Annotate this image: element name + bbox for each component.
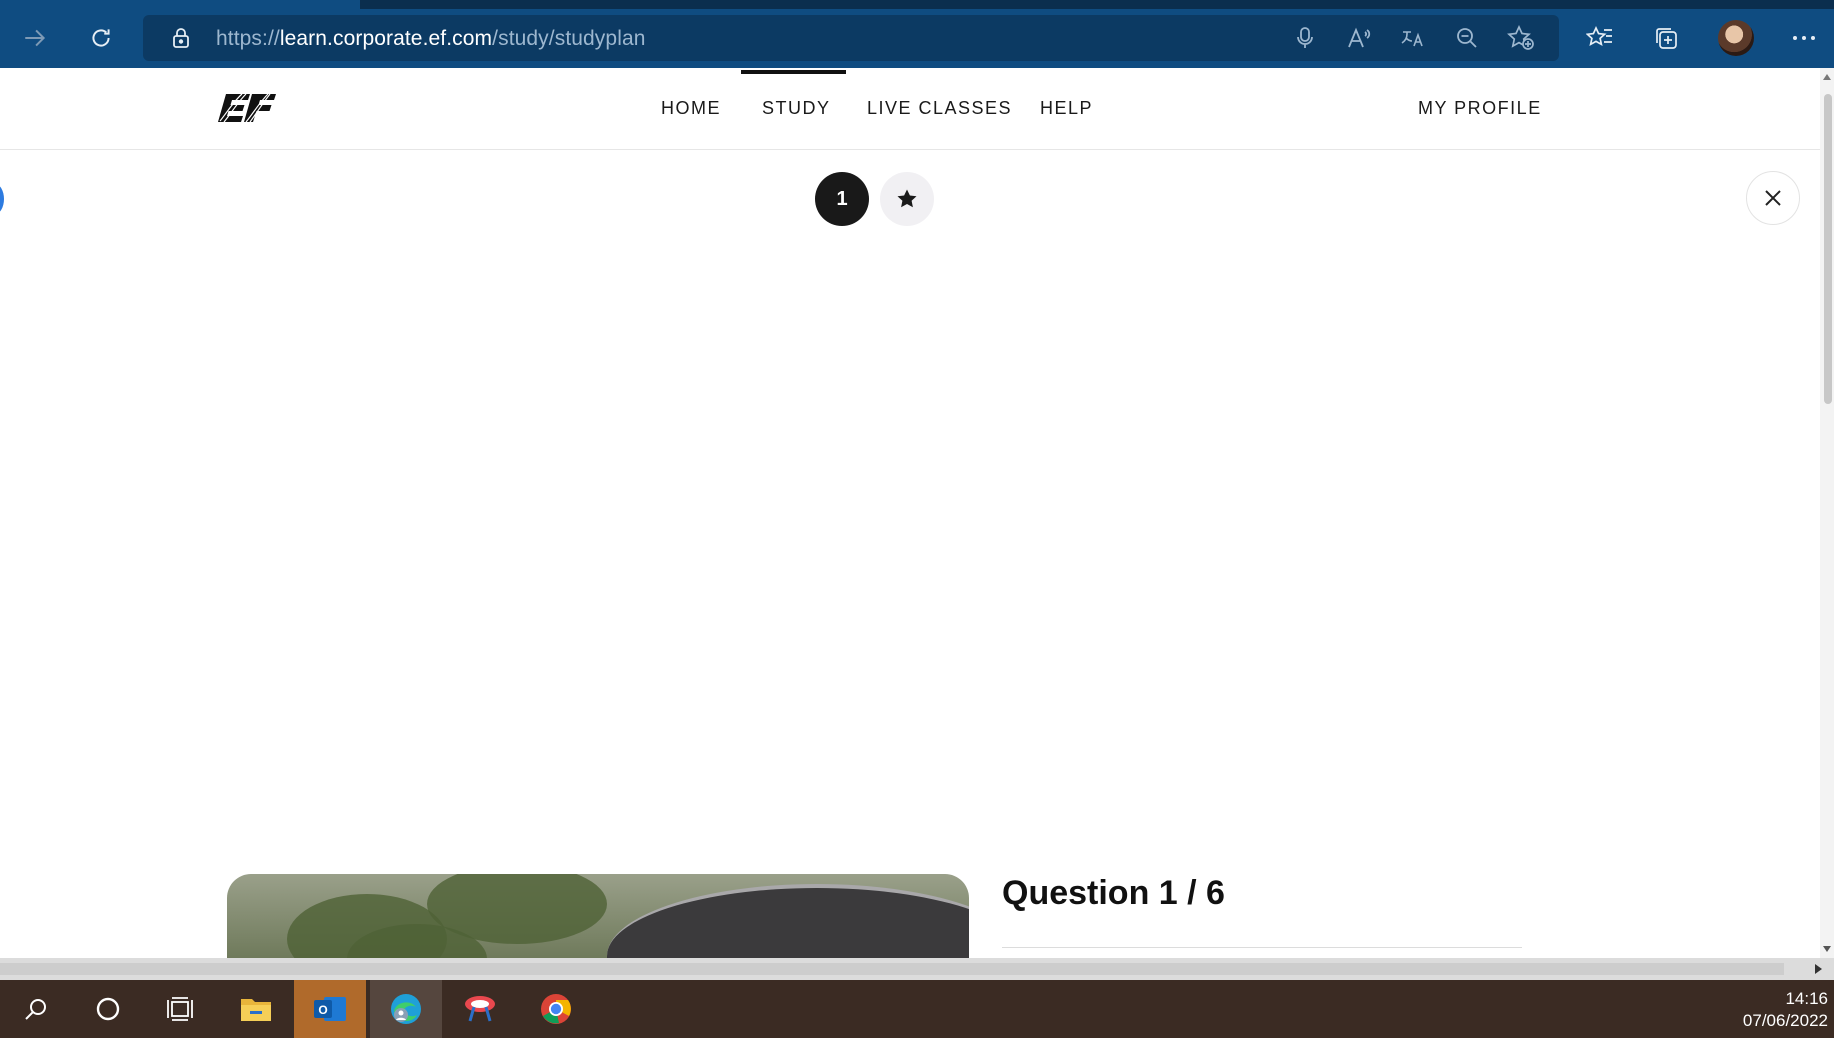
- translate-icon[interactable]: [1399, 24, 1427, 52]
- outlook-icon[interactable]: O: [294, 980, 366, 1038]
- task-view-icon[interactable]: [144, 980, 216, 1038]
- progress-step-current[interactable]: 1: [815, 172, 869, 226]
- read-aloud-icon[interactable]: [1345, 24, 1373, 52]
- scrollbar-thumb[interactable]: [1824, 94, 1832, 404]
- system-clock[interactable]: 14:16 07/06/2022: [1743, 988, 1828, 1032]
- avatar[interactable]: [1718, 20, 1754, 56]
- cortana-icon[interactable]: [72, 980, 144, 1038]
- nav-help[interactable]: HELP: [1040, 98, 1093, 119]
- snipping-tool-icon[interactable]: [444, 980, 516, 1038]
- file-explorer-icon[interactable]: [220, 980, 292, 1038]
- nav-live-classes[interactable]: LIVE CLASSES: [867, 98, 1012, 119]
- site-header: HOME STUDY LIVE CLASSES HELP MY PROFILE: [0, 68, 1820, 150]
- active-tab-indicator: [741, 70, 846, 74]
- question-counter: Question 1 / 6: [1002, 874, 1225, 912]
- add-favorite-icon[interactable]: [1507, 24, 1535, 52]
- more-icon[interactable]: [1784, 18, 1824, 58]
- close-icon: [1765, 190, 1781, 206]
- url-text[interactable]: https://learn.corporate.ef.com/study/stu…: [216, 27, 646, 51]
- url-path: /study/studyplan: [492, 27, 646, 50]
- refresh-icon[interactable]: [81, 18, 121, 58]
- nav-study[interactable]: STUDY: [762, 98, 831, 119]
- nav-home[interactable]: HOME: [661, 98, 721, 119]
- collections-icon[interactable]: [1646, 18, 1686, 58]
- question-image: [227, 874, 969, 958]
- lock-icon[interactable]: [167, 24, 195, 52]
- scrollbar-thumb[interactable]: [0, 963, 1784, 975]
- nav-my-profile[interactable]: MY PROFILE: [1418, 98, 1542, 119]
- clock-time: 14:16: [1785, 989, 1828, 1008]
- browser-toolbar: https://learn.corporate.ef.com/study/stu…: [0, 0, 1834, 68]
- microphone-icon[interactable]: [1291, 24, 1319, 52]
- url-host: learn.corporate.ef.com: [279, 27, 493, 50]
- zoom-out-icon[interactable]: [1453, 24, 1481, 52]
- url-scheme: https://: [216, 27, 280, 50]
- divider: [1002, 947, 1522, 948]
- scroll-down-icon[interactable]: [1823, 946, 1831, 952]
- horizontal-scrollbar[interactable]: [0, 958, 1834, 980]
- clock-date: 07/06/2022: [1742, 1011, 1828, 1030]
- vertical-scrollbar[interactable]: [1820, 68, 1834, 958]
- star-icon: [897, 189, 917, 208]
- close-button[interactable]: [1746, 171, 1800, 225]
- address-bar[interactable]: https://learn.corporate.ef.com/study/stu…: [143, 15, 1559, 61]
- side-panel-handle[interactable]: [0, 184, 4, 214]
- scroll-up-icon[interactable]: [1823, 74, 1831, 80]
- ef-logo[interactable]: [216, 90, 278, 130]
- edge-icon[interactable]: [370, 980, 442, 1038]
- scroll-right-icon[interactable]: [1815, 964, 1822, 974]
- chrome-icon[interactable]: [520, 980, 592, 1038]
- taskbar: O 14:16 07/06/2022: [0, 980, 1834, 1038]
- favorites-icon[interactable]: [1580, 18, 1620, 58]
- progress-step-reward[interactable]: [880, 172, 934, 226]
- forward-icon[interactable]: [15, 18, 55, 58]
- svg-text:O: O: [318, 1003, 327, 1017]
- tab-strip: [360, 0, 1834, 9]
- search-icon[interactable]: [0, 980, 72, 1038]
